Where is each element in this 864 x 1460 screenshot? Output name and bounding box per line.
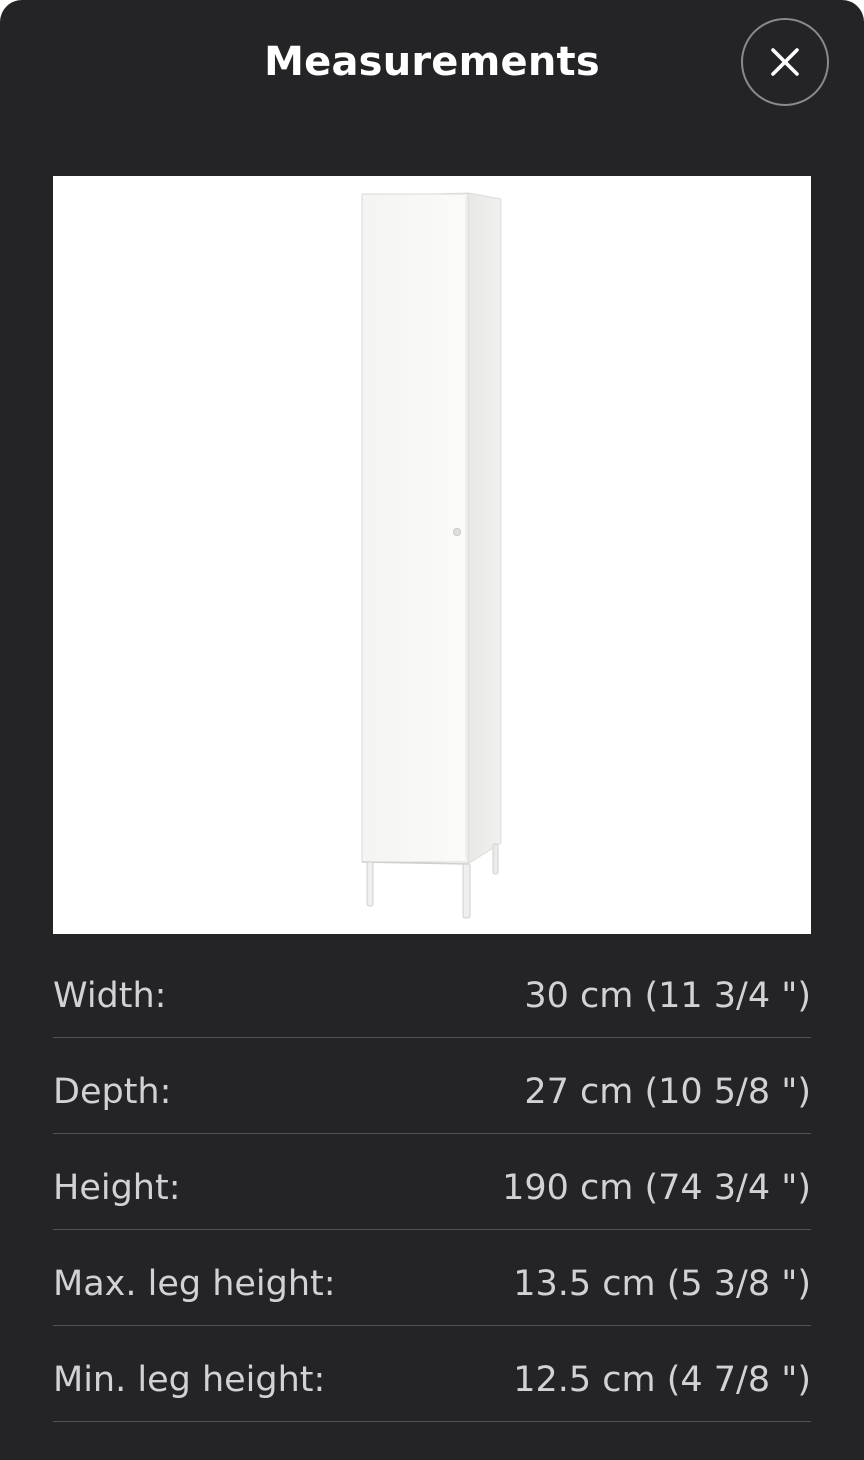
close-icon	[771, 48, 799, 76]
measurement-value: 12.5 cm (4 7/8 ")	[513, 1360, 811, 1400]
close-button[interactable]	[741, 18, 829, 106]
measurement-row-depth: Depth: 27 cm (10 5/8 ")	[53, 1038, 811, 1134]
measurement-list: Width: 30 cm (11 3/4 ") Depth: 27 cm (10…	[53, 942, 811, 1422]
measurement-value: 27 cm (10 5/8 ")	[524, 1072, 811, 1112]
cabinet-image	[361, 192, 502, 919]
page-title: Measurements	[264, 39, 600, 85]
measurement-value: 13.5 cm (5 3/8 ")	[513, 1264, 811, 1304]
measurement-label: Width:	[53, 976, 167, 1016]
measurements-sheet: Measurements Width: 30 cm (11 3/4 ") Dep…	[0, 0, 864, 1460]
measurement-value: 30 cm (11 3/4 ")	[524, 976, 811, 1016]
measurement-row-width: Width: 30 cm (11 3/4 ")	[53, 942, 811, 1038]
measurement-row-max-leg-height: Max. leg height: 13.5 cm (5 3/8 ")	[53, 1230, 811, 1326]
measurement-label: Min. leg height:	[53, 1360, 326, 1400]
measurement-label: Max. leg height:	[53, 1264, 336, 1304]
sheet-header: Measurements	[0, 0, 864, 124]
product-image	[53, 176, 811, 934]
measurement-label: Depth:	[53, 1072, 172, 1112]
measurement-row-height: Height: 190 cm (74 3/4 ")	[53, 1134, 811, 1230]
measurement-value: 190 cm (74 3/4 ")	[502, 1168, 811, 1208]
measurement-row-min-leg-height: Min. leg height: 12.5 cm (4 7/8 ")	[53, 1326, 811, 1422]
measurement-label: Height:	[53, 1168, 181, 1208]
